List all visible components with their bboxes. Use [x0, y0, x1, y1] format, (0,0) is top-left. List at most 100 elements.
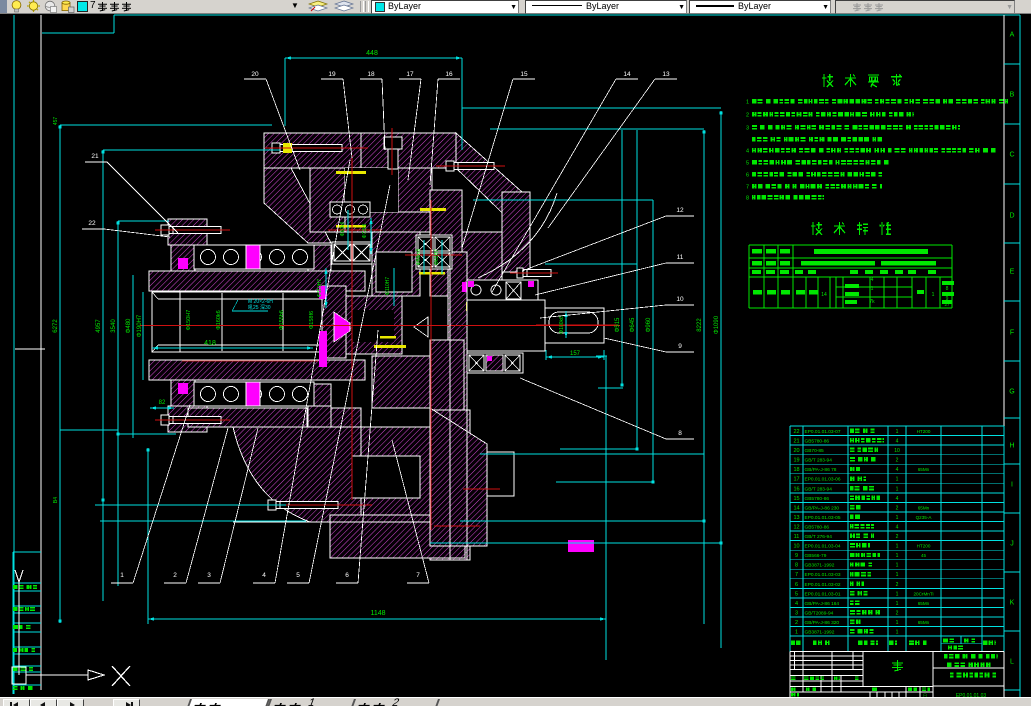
svg-text:8: 8 — [678, 430, 682, 437]
svg-text:10: 10 — [676, 296, 684, 303]
svg-text:3: 3 — [207, 572, 211, 579]
svg-text:20: 20 — [251, 71, 259, 78]
svg-text:1: 1 — [896, 591, 899, 597]
svg-text:Φ110H7: Φ110H7 — [385, 277, 391, 296]
svg-text:18: 18 — [793, 467, 799, 473]
svg-text:14: 14 — [623, 71, 631, 78]
svg-text:Φ645: Φ645 — [630, 317, 636, 332]
svg-text:15: 15 — [793, 496, 799, 502]
svg-text:11: 11 — [794, 534, 800, 540]
svg-text:12: 12 — [793, 524, 799, 530]
svg-text:6: 6 — [345, 572, 349, 579]
svg-text:J: J — [1010, 541, 1014, 548]
svg-text:Φ100k6: Φ100k6 — [559, 316, 565, 334]
svg-text:4: 4 — [896, 496, 899, 502]
svg-text:4: 4 — [746, 149, 749, 155]
svg-text:21: 21 — [91, 153, 99, 160]
svg-text:I: I — [1011, 482, 1013, 489]
svg-text:GB566-79: GB566-79 — [805, 553, 827, 559]
svg-text:GB/PA-J-86 164: GB/PA-J-86 164 — [805, 601, 840, 607]
svg-text:Φ55m6: Φ55m6 — [416, 249, 422, 266]
svg-text:157: 157 — [570, 351, 581, 357]
svg-text:20: 20 — [793, 448, 799, 454]
svg-text:GB/T 276-94: GB/T 276-94 — [805, 534, 833, 540]
svg-text:HT200: HT200 — [917, 429, 931, 434]
svg-text:HT200: HT200 — [917, 544, 931, 549]
svg-text:4: 4 — [896, 524, 899, 530]
svg-text:D: D — [1009, 213, 1014, 220]
svg-text:22: 22 — [793, 429, 799, 435]
svg-text:1: 1 — [795, 630, 798, 636]
svg-text:65Mn: 65Mn — [918, 505, 930, 510]
svg-text:1: 1 — [896, 429, 899, 435]
svg-text:GB70-85: GB70-85 — [805, 448, 825, 454]
svg-text:G: G — [1009, 389, 1014, 396]
svg-text:22: 22 — [88, 220, 96, 227]
svg-text:2: 2 — [173, 572, 177, 579]
svg-text:1: 1 — [896, 544, 899, 550]
svg-text:1: 1 — [871, 286, 874, 292]
svg-text:Φ160k6: Φ160k6 — [216, 310, 222, 329]
svg-text:2: 2 — [896, 582, 899, 588]
svg-text:1: 1 — [896, 477, 899, 483]
svg-text:82: 82 — [159, 400, 166, 406]
svg-text:H: H — [1009, 443, 1014, 450]
svg-text:1: 1 — [896, 601, 899, 607]
svg-text:5: 5 — [746, 161, 749, 167]
svg-text:8: 8 — [946, 286, 949, 292]
svg-text:F: F — [1010, 330, 1014, 337]
svg-text:6: 6 — [746, 173, 749, 179]
svg-text:Φ1090: Φ1090 — [714, 315, 720, 334]
svg-text:GB/PA-J-86 230: GB/PA-J-86 230 — [805, 505, 840, 511]
svg-text:11: 11 — [677, 254, 684, 261]
svg-text:EP0.01.01.03-04: EP0.01.01.03-04 — [805, 544, 841, 550]
svg-text:Φ158f6: Φ158f6 — [309, 311, 315, 329]
svg-text:4: 4 — [262, 572, 266, 579]
svg-text:14: 14 — [821, 292, 827, 298]
svg-text:8222: 8222 — [697, 318, 703, 332]
svg-text:7k: 7k — [869, 299, 875, 305]
svg-text:1: 1 — [896, 486, 899, 492]
svg-text:2: 2 — [746, 113, 749, 119]
svg-text:B: B — [1010, 92, 1015, 99]
svg-text:4: 4 — [896, 439, 899, 445]
svg-text:吼25 深30: 吼25 深30 — [248, 304, 271, 311]
svg-text:7: 7 — [746, 185, 749, 191]
svg-text:5: 5 — [296, 572, 300, 579]
svg-text:Φ60k6: Φ60k6 — [340, 221, 346, 236]
svg-text:1148: 1148 — [370, 610, 385, 617]
svg-text:Φ72k6: Φ72k6 — [362, 223, 368, 238]
svg-text:15: 15 — [520, 71, 528, 78]
svg-text:17: 17 — [793, 477, 799, 483]
svg-text:GB3871-1992: GB3871-1992 — [805, 563, 835, 569]
svg-text:Φ190H7: Φ190H7 — [137, 314, 143, 337]
svg-text:8: 8 — [746, 196, 749, 202]
svg-text:9: 9 — [678, 343, 682, 350]
svg-text:17: 17 — [406, 71, 414, 78]
svg-text:1: 1 — [932, 292, 935, 298]
svg-text:1: 1 — [896, 630, 899, 636]
svg-text:13: 13 — [662, 71, 670, 78]
svg-text:Φ515: Φ515 — [615, 317, 621, 332]
svg-text:4957: 4957 — [96, 319, 102, 333]
svg-text:45: 45 — [921, 553, 927, 558]
svg-text:2: 2 — [896, 534, 899, 540]
svg-text:EP0.01.01.03-02: EP0.01.01.03-02 — [805, 582, 841, 588]
svg-text:GB/T2089-94: GB/T2089-94 — [805, 610, 834, 616]
svg-text:Φ150H7: Φ150H7 — [186, 310, 192, 331]
svg-text:448: 448 — [366, 50, 378, 57]
svg-text:B4: B4 — [53, 497, 59, 503]
svg-text:4: 4 — [896, 467, 899, 473]
svg-text:10: 10 — [793, 544, 799, 550]
svg-text:GB/PA-J-86 320: GB/PA-J-86 320 — [805, 620, 840, 626]
svg-text:7: 7 — [795, 572, 798, 578]
svg-text:13: 13 — [793, 515, 799, 521]
svg-text:K: K — [1010, 600, 1015, 607]
svg-text:21: 21 — [793, 439, 799, 445]
svg-text:16: 16 — [445, 71, 453, 78]
svg-text:Φ480: Φ480 — [126, 318, 132, 333]
svg-text:E: E — [1010, 269, 1015, 276]
svg-text:16: 16 — [793, 486, 799, 492]
svg-text:1: 1 — [120, 572, 124, 579]
svg-text:7: 7 — [416, 572, 420, 579]
